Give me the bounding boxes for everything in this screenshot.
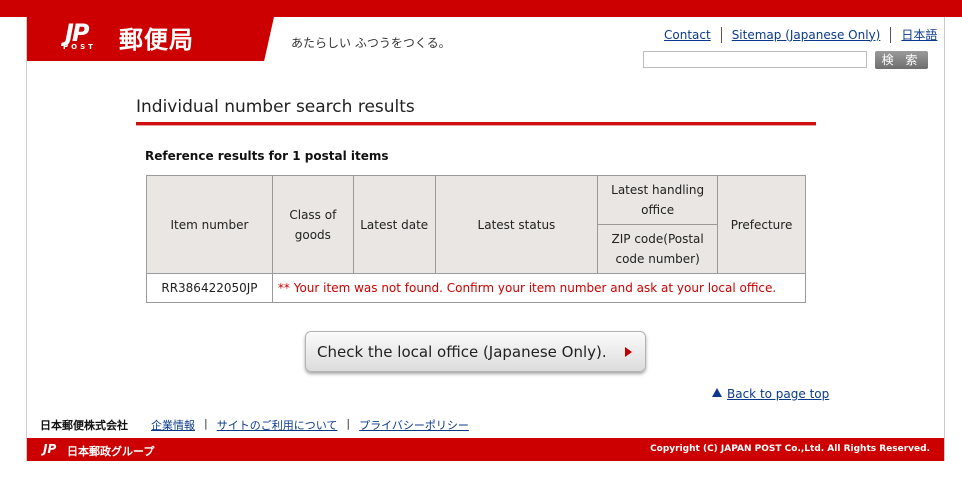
- back-to-top-link[interactable]: Back to page top: [712, 387, 829, 401]
- col-class-of-goods: Class of goods: [271, 175, 354, 274]
- footer-link-privacy-policy[interactable]: プライバシーポリシー: [359, 417, 469, 433]
- search-input[interactable]: [643, 51, 867, 68]
- reference-summary: Reference results for 1 postal items: [145, 149, 389, 163]
- table-header-row: Item number Class of goods Latest date L…: [146, 175, 806, 274]
- site-logo-text: 郵便局: [119, 26, 194, 54]
- page-title: Individual number search results: [136, 97, 415, 117]
- footer-link-divider: |: [204, 417, 208, 430]
- footer-link-site-usage[interactable]: サイトのご利用について: [217, 417, 338, 433]
- link-divider: [890, 26, 892, 43]
- footer-links: 企業情報 | サイトのご利用について | プライバシーポリシー: [151, 417, 469, 433]
- logo-band[interactable]: JP POST 郵便局: [27, 17, 274, 61]
- copyright-text: Copyright (C) JAPAN POST Co.,Ltd. All Ri…: [650, 444, 930, 454]
- japanese-language-link[interactable]: 日本語: [901, 26, 937, 43]
- col-latest-status: Latest status: [434, 175, 599, 274]
- header-links: Contact Sitemap (Japanese Only) 日本語: [664, 26, 937, 43]
- footer-bar: JP 日本郵政グループ Copyright (C) JAPAN POST Co.…: [27, 438, 944, 461]
- page-border-left: [26, 17, 27, 461]
- col-prefecture: Prefecture: [717, 175, 806, 274]
- col-item-number: Item number: [146, 175, 273, 274]
- sitemap-link[interactable]: Sitemap (Japanese Only): [732, 28, 881, 42]
- col-zip-code: ZIP code(Postal code number): [597, 224, 719, 274]
- logo-post-text: POST: [63, 43, 96, 51]
- top-red-bar: [0, 0, 962, 17]
- arrow-right-icon: [625, 347, 632, 357]
- check-local-office-label: Check the local office (Japanese Only).: [317, 343, 607, 361]
- search-button[interactable]: 検 索: [875, 51, 928, 69]
- col-latest-handling-office: Latest handling office: [597, 175, 719, 225]
- not-found-message: ** Your item was not found. Confirm your…: [271, 273, 807, 303]
- table-row: RR386422050JP ** Your item was not found…: [146, 273, 807, 303]
- title-underline-shadow: [136, 125, 816, 126]
- item-number-cell: RR386422050JP: [146, 273, 273, 303]
- check-local-office-button[interactable]: Check the local office (Japanese Only).: [305, 331, 646, 372]
- arrow-up-icon: [712, 388, 722, 397]
- footer-link-divider: |: [346, 417, 351, 430]
- col-latest-date: Latest date: [352, 175, 436, 274]
- back-to-top-label: Back to page top: [727, 387, 830, 401]
- footer-company-name: 日本郵便株式会社: [40, 419, 128, 432]
- page-border-right: [944, 17, 945, 461]
- results-table: Item number Class of goods Latest date L…: [146, 175, 807, 303]
- footer-group-name: 日本郵政グループ: [67, 445, 155, 458]
- japan-post-group-logo-icon: JP: [43, 442, 57, 456]
- contact-link[interactable]: Contact: [664, 28, 711, 42]
- link-divider: [720, 26, 722, 43]
- footer-link-corporate-info[interactable]: 企業情報: [151, 417, 195, 433]
- tagline: あたらしい ふつうをつくる。: [291, 36, 451, 50]
